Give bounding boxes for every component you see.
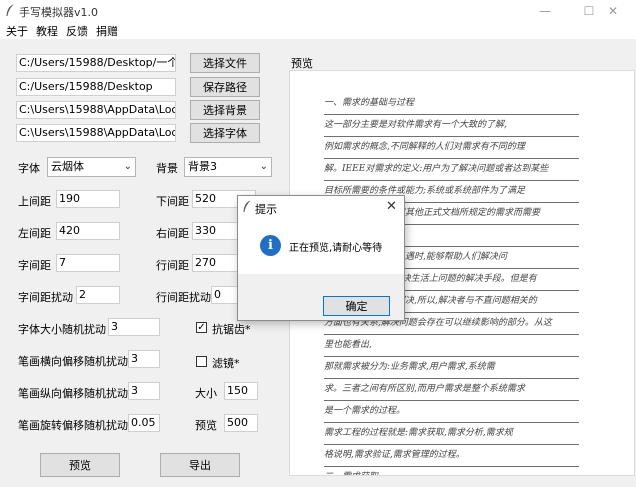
chevron-down-icon: ⌄	[123, 161, 132, 172]
background-label: 背景	[156, 162, 178, 175]
text-file-path-field[interactable]: C:/Users/15988/Desktop/一个文档	[16, 54, 176, 72]
preview-text-line: 解。IEEE对需求的定义:用户为了解决问题或者达到某些	[324, 159, 579, 181]
preview-text-line: 求。三者之间有所区别,而用户需求是整个系统需求	[324, 379, 579, 401]
font-select[interactable]: 云烟体 ⌄	[47, 157, 136, 177]
preview-text-line: 二、需求获取	[324, 467, 579, 475]
char-spacing-input[interactable]: 7	[56, 254, 120, 272]
size-label: 大小	[195, 387, 217, 400]
preview-size-label: 预览	[195, 419, 217, 432]
dialog-close-icon[interactable]: ✕	[386, 199, 397, 214]
title-bar: 手写模拟器v1.0 — ☐ ✕	[0, 0, 636, 22]
select-file-button[interactable]: 选择文件	[190, 53, 260, 73]
save-path-button[interactable]: 保存路径	[190, 77, 260, 97]
preview-text-line: 需求工程的过程就是:需求获取,需求分析,需求规	[324, 423, 579, 445]
size-input[interactable]: 150	[224, 382, 258, 400]
antialias-checkbox[interactable]: ✓	[196, 322, 207, 333]
preview-text-line: 里也能看出,	[324, 335, 579, 357]
preview-text-line: 一、需求的基础与过程	[324, 93, 579, 115]
left-margin-input[interactable]: 420	[56, 222, 120, 240]
menu-donate[interactable]: 捐赠	[96, 23, 118, 39]
dialog-title-bar: 提示 ✕	[238, 196, 404, 218]
export-button[interactable]: 导出	[160, 453, 240, 477]
preview-text-line: 格说明,需求验证,需求管理的过程。	[324, 445, 579, 467]
preview-text-line: 例如需求的概念,不同解释的人们对需求有不同的理	[324, 137, 579, 159]
background-path-field[interactable]: C:\Users\15988\AppData\Local\Te	[16, 101, 176, 119]
top-margin-label: 上间距	[18, 195, 51, 208]
select-font-button[interactable]: 选择字体	[190, 123, 260, 143]
h-offset-label: 笔画横向偏移随机扰动	[18, 355, 128, 368]
info-icon: i	[260, 235, 281, 256]
chevron-down-icon: ⌄	[259, 161, 268, 172]
v-offset-input[interactable]: 3	[128, 382, 160, 400]
preview-size-input[interactable]: 500	[224, 414, 258, 432]
info-dialog: 提示 ✕ i 正在预览,请耐心等待 确定	[237, 195, 405, 321]
dialog-title: 提示	[255, 203, 277, 216]
char-jitter-input[interactable]: 2	[76, 286, 120, 304]
dialog-ok-button[interactable]: 确定	[323, 296, 390, 316]
line-spacing-label: 行间距	[156, 259, 189, 272]
background-select-value: 背景3	[188, 160, 217, 173]
font-path-field[interactable]: C:\Users\15988\AppData\Local\Te	[16, 124, 176, 142]
menu-feedback[interactable]: 反馈	[66, 23, 88, 39]
left-margin-label: 左间距	[18, 227, 51, 240]
feather-icon	[243, 200, 251, 212]
antialias-label: 抗锯齿*	[212, 323, 251, 336]
window-title: 手写模拟器v1.0	[19, 6, 99, 19]
rot-offset-input[interactable]: 0.05	[128, 414, 160, 432]
preview-text-line: 那就需求被分为:业务需求,用户需求,系统需	[324, 357, 579, 379]
font-select-value: 云烟体	[51, 160, 84, 173]
right-margin-label: 右间距	[156, 227, 189, 240]
menu-tutorial[interactable]: 教程	[36, 23, 58, 39]
char-jitter-label: 字间距扰动	[18, 291, 73, 304]
minimize-button[interactable]: —	[522, 0, 568, 22]
char-spacing-label: 字间距	[18, 259, 51, 272]
preview-text-line: 这一部分主要是对软件需求有一个大致的了解,	[324, 115, 579, 137]
background-select[interactable]: 背景3 ⌄	[184, 157, 272, 177]
size-jitter-label: 字体大小随机扰动	[18, 323, 106, 336]
top-margin-input[interactable]: 190	[56, 190, 120, 208]
dialog-message: 正在预览,请耐心等待	[289, 243, 383, 254]
dialog-body: i 正在预览,请耐心等待	[238, 218, 404, 274]
font-label: 字体	[18, 162, 40, 175]
menu-bar: 关于 教程 反馈 捐赠	[0, 22, 636, 39]
preview-button[interactable]: 预览	[40, 453, 120, 477]
bottom-margin-label: 下间距	[156, 195, 189, 208]
filter-checkbox[interactable]	[196, 356, 207, 367]
rot-offset-label: 笔画旋转偏移随机扰动	[18, 419, 128, 432]
v-offset-label: 笔画纵向偏移随机扰动	[18, 387, 128, 400]
save-path-field[interactable]: C:/Users/15988/Desktop	[16, 78, 176, 96]
line-jitter-label: 行间距扰动	[156, 291, 211, 304]
close-button[interactable]: ✕	[590, 0, 636, 22]
feather-icon	[6, 4, 14, 16]
preview-text-line: 是一个需求的过程。	[324, 401, 579, 423]
h-offset-input[interactable]: 3	[128, 350, 160, 368]
filter-label: 滤镜*	[212, 357, 240, 370]
preview-panel-label: 预览	[291, 57, 313, 70]
select-background-button[interactable]: 选择背景	[190, 100, 260, 120]
size-jitter-input[interactable]: 3	[108, 318, 160, 336]
menu-about[interactable]: 关于	[6, 23, 28, 39]
